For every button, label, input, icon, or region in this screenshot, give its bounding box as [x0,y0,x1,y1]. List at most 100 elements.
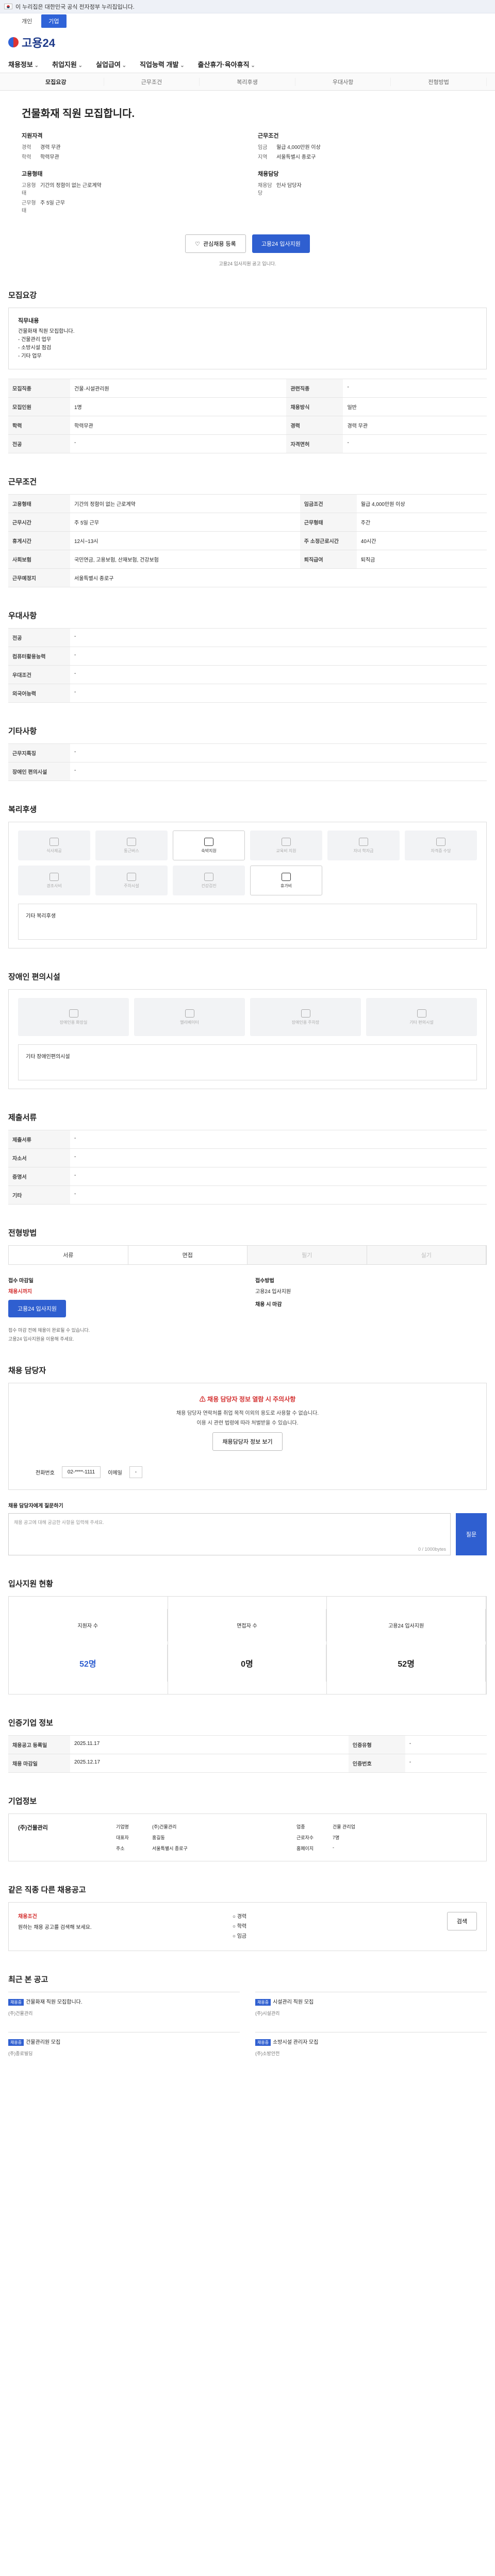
list-item[interactable]: 채용중 건물관리원 모집 (주)종로빌딩 [8,2032,240,2057]
tab-personal[interactable]: 개인 [14,14,39,28]
stats-row: 지원자 수 52명 면접자 수 0명 고용24 입사지원 52명 [8,1596,487,1694]
table-header: 인증유형 [348,1735,405,1754]
welfare-label: 주차시설 [124,883,139,888]
tab-company[interactable]: 기업 [41,14,67,28]
summary-value: 인사 담당자 [276,183,302,189]
subnav-method[interactable]: 전형방법 [391,77,487,86]
section-title: 최근 본 공고 [8,1975,48,1984]
table-header: 채용공고 등록일 [8,1735,70,1754]
table-cell: 기간의 정함이 없는 근로계약 [70,494,300,513]
table-header: 근무시간 [8,513,70,532]
welfare-etc-box: 기타 복리후생 [18,904,477,940]
method-section: 전형방법 서류 면접 필기 실기 접수 마감일 채용시까지 고용24 입사지원 … [8,1227,487,1342]
question-input[interactable]: 채용 공고에 대해 궁금한 사항을 입력해 주세요. 0 / 1000bytes [8,1513,451,1555]
logo[interactable]: 고용24 [8,34,55,50]
method-document: 서류 [9,1246,128,1264]
close-note: 채용 시 마감 [255,1302,282,1308]
show-contact-button[interactable]: 채용담당자 정보 보기 [212,1432,283,1451]
note-item: 고용24 입사지원을 이용해 주세요. [8,1336,74,1342]
welfare-label: 교육비 지원 [276,848,296,853]
related-search-button[interactable]: 검색 [447,1912,477,1930]
company-value: 7명 [333,1835,340,1840]
table-cell: - [70,1167,487,1186]
welfare-vacation: 휴가비 [250,866,322,895]
table-row: 증명서 - [8,1167,487,1186]
related-opt[interactable]: ○ 학력 [233,1922,437,1931]
nav-leave[interactable]: 출산휴가·육아휴직 [198,59,255,69]
table-header: 근무지특징 [8,743,70,762]
heart-icon: ♡ [195,241,201,247]
disabled-card: 장애인용 화장실 엘리베이터 장애인용 주차장 기타 편의시설 기타 장애인편의… [8,989,487,1089]
welfare-label: 자녀 학자금 [353,848,374,853]
note-item: 접수 마감 전에 채용이 완료될 수 있습니다. [8,1328,90,1333]
status-badge: 채용중 [255,1999,271,2006]
list-item[interactable]: 채용중 건물화재 직원 모집합니다. (주)건물관리 [8,1992,240,2016]
nav-training[interactable]: 직업능력 개발 [140,59,185,69]
alert-text: 채용 담당자 연락처를 취업 목적 이외의 용도로 사용할 수 없습니다. [176,1411,319,1416]
summary-conditions: 근무조건 임금 월급 4,000만원 이상 지역 서울특별시 종로구 [258,131,473,162]
warning-icon: ⚠ [199,1396,208,1403]
nav-employment-support[interactable]: 취업지원 [52,59,82,69]
table-cell: - [405,1754,487,1773]
duty-line: - 건물관리 업무 [18,337,52,343]
table-row: 채용 마감일 2025.12.17 인증번호 - [8,1754,487,1773]
wheelchair-icon [417,1009,426,1018]
apply-button[interactable]: 고용24 입사지원 [252,234,310,253]
related-opt[interactable]: ○ 임금 [233,1931,437,1941]
company-value: - [333,1845,334,1850]
contact-section: 채용 담당자 ⚠ 채용 담당자 정보 열람 시 주의사항 채용 담당자 연락처를… [8,1365,487,1555]
company-section: 기업정보 (주)건물관리 기업명 (주)건물관리 업종 건물 관리업 대표자 홍길동 근로… [8,1795,487,1861]
table-cell: - [343,434,487,453]
subnav-work[interactable]: 근무조건 [104,77,200,86]
status-badge: 채용중 [8,2039,24,2046]
welfare-section: 복리후생 식사제공 통근버스 숙박지원 교육비 지원 자녀 학자금 자격증 수당… [8,804,487,948]
etc-table: 근무지특징 - 장애인 편의시설 - [8,743,487,781]
stat-online: 고용24 입사지원 52명 [327,1597,486,1694]
section-title: 입사지원 현황 [8,1580,53,1588]
welfare-label: 통근버스 [124,848,139,853]
summary-value: 월급 4,000만원 이상 [276,145,321,150]
duty-line: 건물화재 직원 모집합니다. [18,329,75,334]
gift-icon [50,872,59,881]
receipt-apply-button[interactable]: 고용24 입사지원 [8,1300,67,1317]
main-nav: 채용정보 취업지원 실업급여 직업능력 개발 출산휴가·육아휴직 [0,56,495,73]
section-title: 제출서류 [8,1113,37,1122]
welfare-label: 숙박지원 [201,848,217,853]
facility-label: 장애인용 주차장 [291,1020,320,1025]
subnav-prefer[interactable]: 우대사항 [295,77,391,86]
table-cell: 2025.12.17 [70,1754,349,1773]
subnav-recruit[interactable]: 모집요강 [8,77,104,86]
facility-label: 기타 편의시설 [409,1020,434,1025]
stat-label: 지원자 수 [9,1609,168,1641]
summary-heading: 채용담당 [258,171,279,177]
gov-banner-text: 이 누리집은 대한민국 공식 전자정부 누리집입니다. [15,4,135,10]
nav-unemployment[interactable]: 실업급여 [96,59,126,69]
question-label: 채용 담당자에게 질문하기 [8,1503,63,1509]
question-send-button[interactable]: 질문 [456,1513,487,1555]
work-table: 고용형태 기간의 정함이 없는 근로계약 임금조건 월급 4,000만원 이상 근무시… [8,494,487,587]
interest-button[interactable]: ♡ 관심채용 등록 [185,234,246,253]
nav-job-info[interactable]: 채용정보 [8,59,39,69]
email-label: 이메일 [108,1470,122,1476]
table-row: 근무예정지 서울특별시 종로구 [8,568,487,587]
summary-value: 학력무관 [40,155,59,160]
summary-key: 지역 [258,155,268,160]
list-item[interactable]: 채용중 시설관리 직원 모집 (주)시설관리 [255,1992,487,2016]
facility-label: 엘리베이터 [180,1020,199,1025]
table-header: 근무예정지 [8,568,70,587]
cap-icon [359,837,368,846]
table-cell: 주간 [356,513,487,532]
table-cell: 40시간 [356,531,487,550]
email-value: - [129,1466,143,1478]
section-title: 장애인 편의시설 [8,973,60,981]
table-row: 모집인원 1명 채용방식 일반 [8,397,487,416]
suitcase-icon [282,872,291,881]
list-item[interactable]: 채용중 소방시설 관리자 모집 (주)소방안전 [255,2032,487,2057]
company-value: (주)건물관리 [152,1824,177,1829]
related-opt[interactable]: ○ 경력 [233,1912,437,1922]
subnav-welfare[interactable]: 복리후생 [200,77,295,86]
summary-manager: 채용담당 채용담당 인사 담당자 [258,170,473,216]
elevator-icon [185,1009,194,1018]
welfare-label: 자격증 수당 [431,848,451,853]
table-header: 자격면허 [286,434,343,453]
